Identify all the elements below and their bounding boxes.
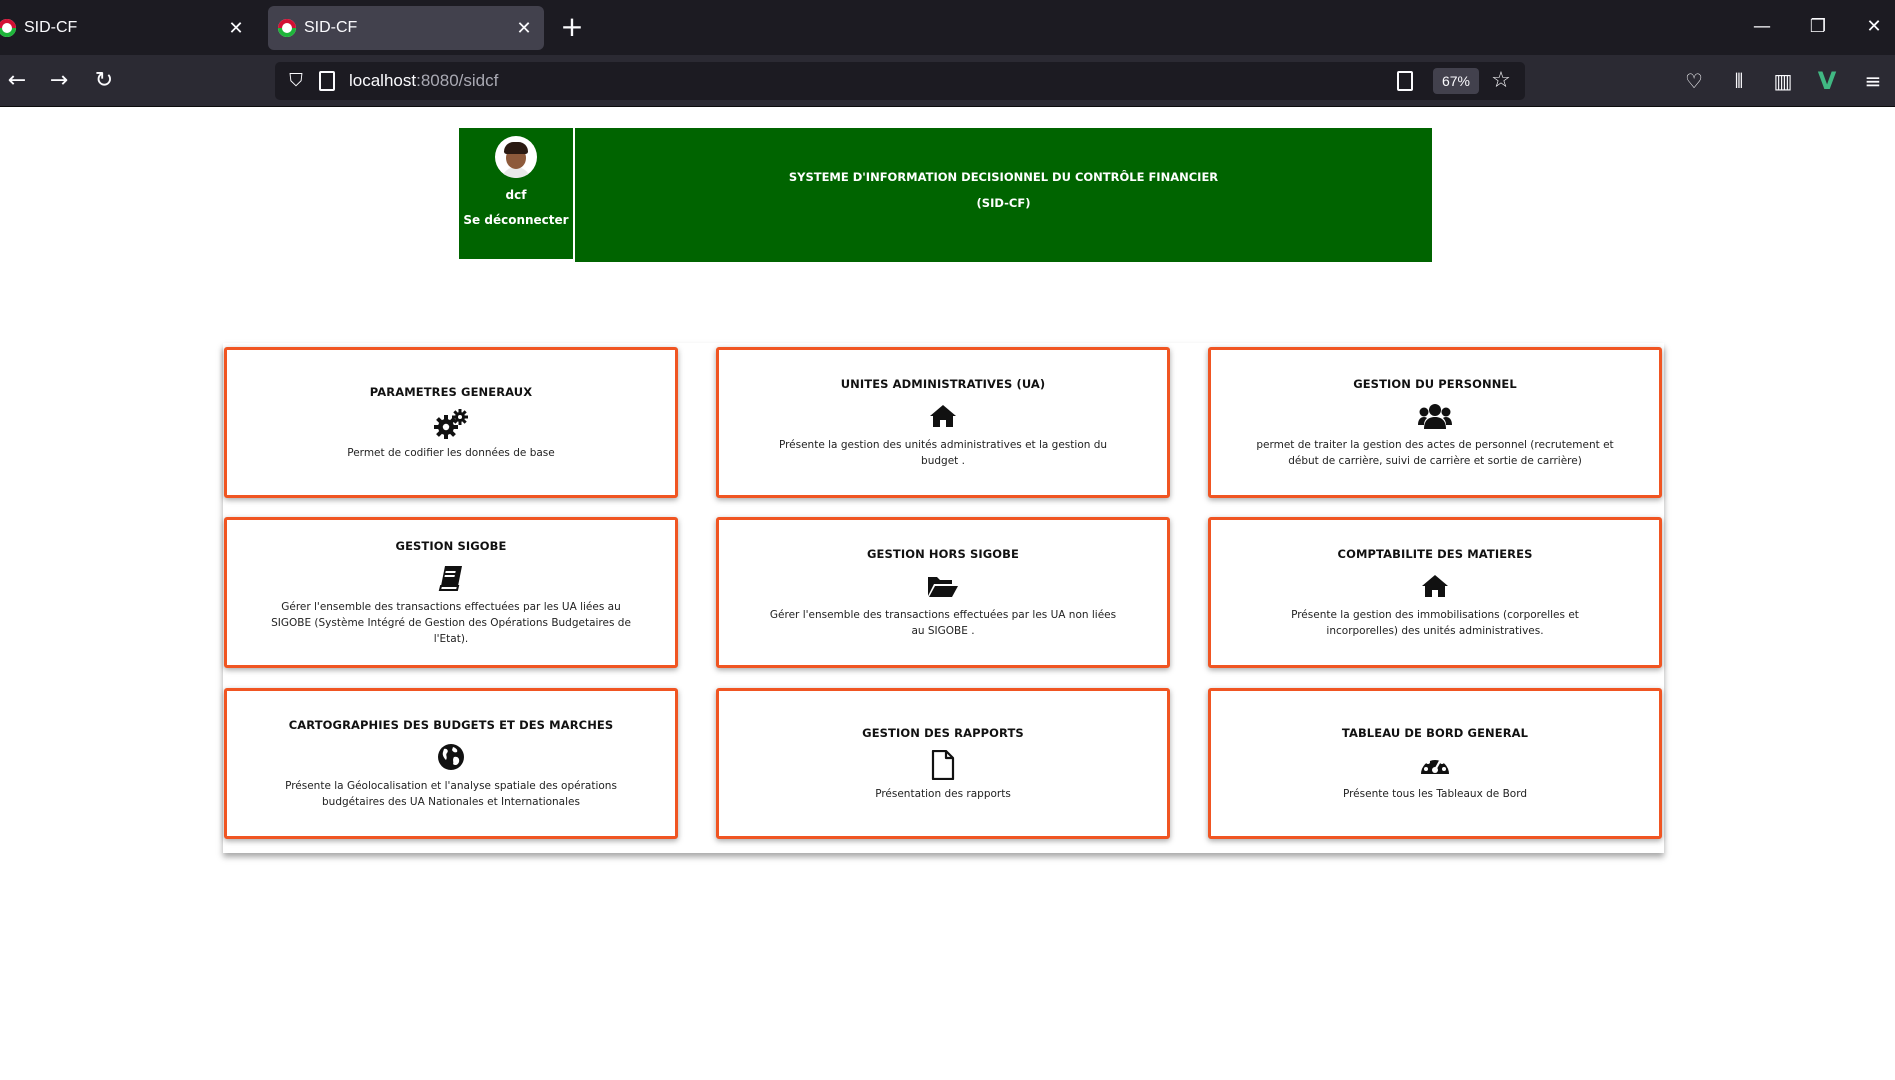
module-card-gestion-sigobe[interactable]: GESTION SIGOBE Gérer l'ensemble des tran… bbox=[224, 517, 678, 668]
book-icon bbox=[438, 563, 464, 593]
card-description: Permet de codifier les données de base bbox=[347, 446, 555, 459]
globe-icon bbox=[437, 742, 465, 772]
tab-bar: SID-CF ✕ SID-CF ✕ + — ❐ ✕ bbox=[0, 0, 1895, 55]
card-title: TABLEAU DE BORD GENERAL bbox=[1341, 725, 1529, 740]
user-panel: dcf Se déconnecter bbox=[459, 128, 573, 259]
module-card-comptabilite-matieres[interactable]: COMPTABILITE DES MATIERES Présente la ge… bbox=[1208, 517, 1662, 668]
user-name: dcf bbox=[505, 188, 527, 202]
url-bar[interactable]: ⛉ localhost:8080/sidcf 67% ☆ bbox=[275, 62, 1525, 100]
card-description: Gérer l'ensemble des transactions effect… bbox=[769, 608, 1117, 637]
site-favicon-icon bbox=[278, 19, 296, 37]
home-icon bbox=[929, 401, 957, 431]
card-title: GESTION SIGOBE bbox=[395, 538, 507, 553]
close-tab-icon[interactable]: ✕ bbox=[222, 18, 250, 39]
bookmark-star-icon[interactable]: ☆ bbox=[1487, 67, 1515, 95]
navigation-toolbar: ← → ↻ ⛉ localhost:8080/sidcf 67% ☆ ♡ ⫴ ▥… bbox=[0, 55, 1895, 107]
module-card-gestion-personnel[interactable]: GESTION DU PERSONNEL permet de traiter l… bbox=[1208, 347, 1662, 498]
cogs-icon bbox=[434, 408, 468, 439]
module-card-unites-administratives[interactable]: UNITES ADMINISTRATIVES (UA) Présente la … bbox=[716, 347, 1170, 498]
card-title: CARTOGRAPHIES DES BUDGETS ET DES MARCHES bbox=[288, 717, 614, 732]
browser-tab-active[interactable]: SID-CF ✕ bbox=[268, 6, 544, 50]
back-icon[interactable]: ← bbox=[0, 65, 34, 97]
card-title: UNITES ADMINISTRATIVES (UA) bbox=[840, 376, 1046, 391]
reader-view-icon[interactable] bbox=[1397, 71, 1413, 91]
card-title: GESTION DU PERSONNEL bbox=[1353, 376, 1517, 391]
tab-title: SID-CF bbox=[304, 19, 358, 36]
module-card-gestion-hors-sigobe[interactable]: GESTION HORS SIGOBE Gérer l'ensemble des… bbox=[716, 517, 1170, 668]
module-card-gestion-rapports[interactable]: GESTION DES RAPPORTS Présentation des ra… bbox=[716, 688, 1170, 839]
module-card-cartographies[interactable]: CARTOGRAPHIES DES BUDGETS ET DES MARCHES… bbox=[224, 688, 678, 839]
card-title: PARAMETRES GENERAUX bbox=[369, 384, 533, 399]
app-title-banner: SYSTEME D'INFORMATION DECISIONNEL DU CON… bbox=[575, 128, 1432, 262]
tab-title: SID-CF bbox=[24, 19, 78, 36]
card-description: Présentation des rapports bbox=[875, 787, 1011, 800]
app-title: SYSTEME D'INFORMATION DECISIONNEL DU CON… bbox=[788, 170, 1219, 184]
url-text[interactable]: localhost:8080/sidcf bbox=[349, 71, 498, 91]
logout-link[interactable]: Se déconnecter bbox=[459, 213, 573, 227]
card-description: Présente la gestion des unités administr… bbox=[778, 438, 1108, 467]
users-icon bbox=[1418, 401, 1452, 431]
app-acronym: (SID-CF) bbox=[976, 196, 1031, 210]
close-window-icon[interactable]: ✕ bbox=[1846, 10, 1895, 44]
sidebar-icon[interactable]: ▥ bbox=[1766, 65, 1800, 97]
close-tab-icon[interactable]: ✕ bbox=[510, 18, 538, 39]
module-card-tableau-bord[interactable]: TABLEAU DE BORD GENERAL Présente tous le… bbox=[1208, 688, 1662, 839]
card-title: GESTION HORS SIGOBE bbox=[867, 546, 1019, 561]
avatar bbox=[495, 136, 537, 178]
library-icon[interactable]: ⫴ bbox=[1722, 65, 1756, 97]
site-favicon-icon bbox=[0, 19, 16, 37]
minimize-icon[interactable]: — bbox=[1734, 10, 1790, 44]
browser-tab[interactable]: SID-CF ✕ bbox=[0, 6, 256, 50]
vue-devtools-icon[interactable]: V bbox=[1810, 65, 1844, 97]
card-description: permet de traiter la gestion des actes d… bbox=[1256, 438, 1614, 467]
card-title: COMPTABILITE DES MATIERES bbox=[1337, 546, 1533, 561]
card-description: Présente la Géolocalisation et l'analyse… bbox=[285, 779, 617, 808]
new-tab-button[interactable]: + bbox=[556, 12, 588, 44]
zoom-level-button[interactable]: 67% bbox=[1433, 68, 1479, 94]
card-description: Gérer l'ensemble des transactions effect… bbox=[271, 600, 631, 645]
forward-icon[interactable]: → bbox=[42, 65, 76, 97]
restore-icon[interactable]: ❐ bbox=[1790, 10, 1846, 44]
page-info-icon[interactable] bbox=[319, 71, 335, 91]
dashboard-icon bbox=[1420, 750, 1450, 780]
home-icon bbox=[1421, 571, 1449, 601]
shield-icon[interactable]: ⛉ bbox=[285, 70, 307, 92]
menu-icon[interactable]: ≡ bbox=[1856, 65, 1890, 97]
file-icon bbox=[931, 749, 955, 780]
page-content: dcf Se déconnecter SYSTEME D'INFORMATION… bbox=[0, 107, 1895, 1080]
card-title: GESTION DES RAPPORTS bbox=[862, 725, 1024, 740]
folder-open-icon bbox=[927, 571, 959, 601]
card-description: Présente la gestion des immobilisations … bbox=[1291, 608, 1579, 637]
pocket-icon[interactable]: ♡ bbox=[1677, 65, 1711, 97]
module-card-parametres[interactable]: PARAMETRES GENERAUX Permet de codifier l… bbox=[224, 347, 678, 498]
card-description: Présente tous les Tableaux de Bord bbox=[1342, 787, 1528, 800]
reload-icon[interactable]: ↻ bbox=[87, 65, 121, 97]
